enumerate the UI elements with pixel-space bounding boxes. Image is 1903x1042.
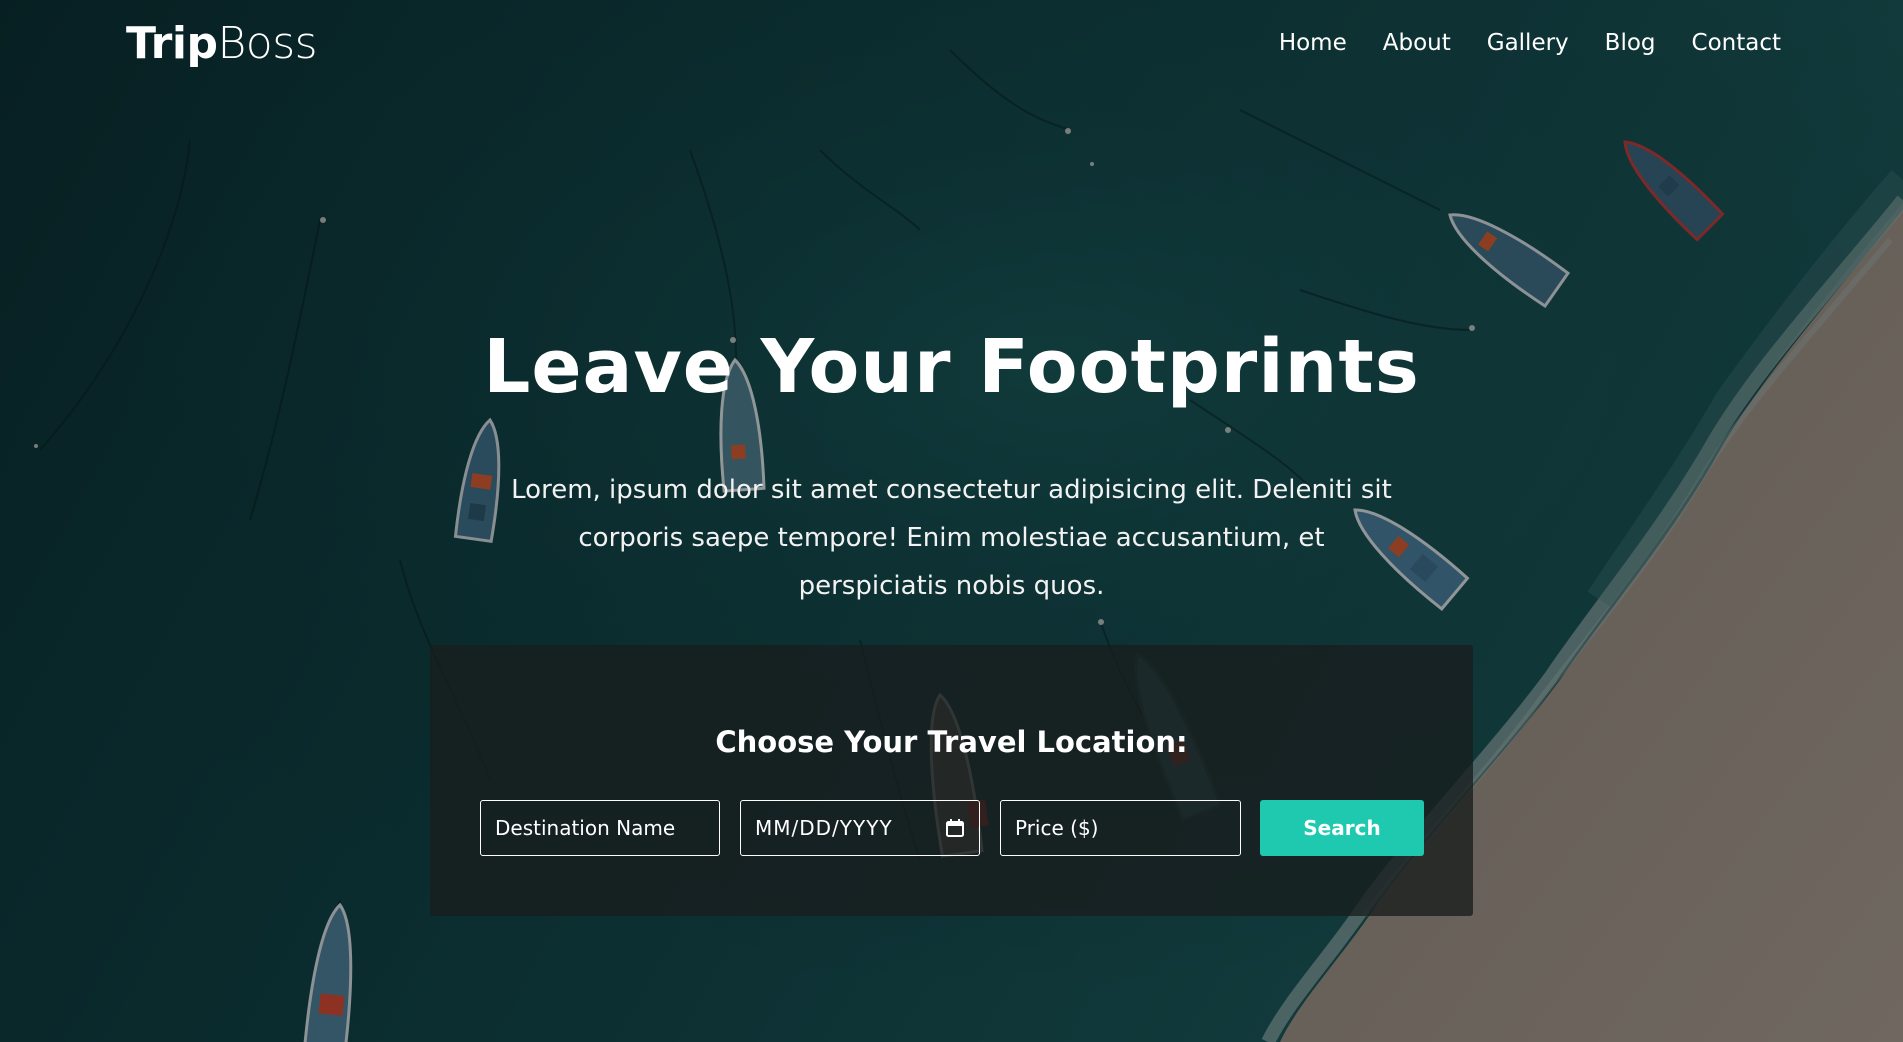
nav-link-gallery[interactable]: Gallery (1487, 30, 1569, 56)
calendar-icon[interactable] (945, 818, 965, 838)
hero-title: Leave Your Footprints (483, 324, 1420, 410)
price-input[interactable] (1000, 800, 1241, 856)
main-nav: Home About Gallery Blog Contact (1279, 30, 1781, 56)
brand-name-light: Boss (217, 18, 318, 69)
nav-link-blog[interactable]: Blog (1605, 30, 1656, 56)
hero-description: Lorem, ipsum dolor sit amet consectetur … (511, 475, 1392, 601)
nav-link-contact[interactable]: Contact (1692, 30, 1781, 56)
brand-logo[interactable]: TripBoss (126, 18, 318, 69)
nav-link-home[interactable]: Home (1279, 30, 1347, 56)
search-button[interactable]: Search (1260, 800, 1424, 856)
date-input[interactable]: MM/DD/YYYY (740, 800, 980, 856)
destination-input[interactable] (480, 800, 720, 856)
hero-section: TripBoss Home About Gallery Blog Contact… (0, 0, 1903, 1042)
brand-name-bold: Trip (126, 18, 218, 69)
date-input-placeholder: MM/DD/YYYY (755, 816, 893, 840)
search-panel-title: Choose Your Travel Location: (715, 725, 1188, 759)
search-panel: Choose Your Travel Location: MM/DD/YYYY … (430, 645, 1473, 916)
nav-link-about[interactable]: About (1383, 30, 1451, 56)
